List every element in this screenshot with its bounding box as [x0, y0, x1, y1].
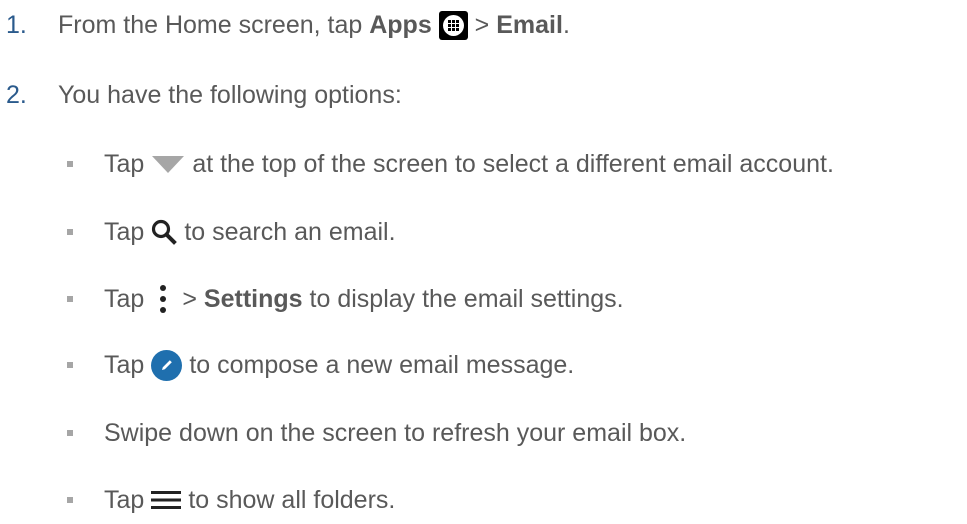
step-suffix: .	[562, 10, 570, 39]
email-label: Email	[496, 10, 563, 39]
tap-label: Tap	[104, 217, 145, 246]
step-text: You have the following options:	[58, 80, 402, 109]
step-separator: >	[467, 10, 497, 39]
bullet-marker	[67, 161, 73, 167]
option-text: Tap at the top of the screen to select a…	[104, 150, 834, 179]
step-number: 1.	[6, 10, 27, 39]
option-description: to show all folders.	[188, 485, 396, 514]
dropdown-triangle-icon	[151, 153, 185, 175]
tap-label: Tap	[104, 149, 145, 178]
option-description: to compose a new email message.	[189, 350, 575, 379]
bullet-marker	[67, 430, 73, 436]
step-text: From the Home screen, tap Apps > Email .	[58, 10, 570, 40]
tap-label: Tap	[104, 485, 145, 514]
step-text-prefix: From the Home screen, tap	[58, 10, 370, 39]
search-icon	[151, 219, 178, 245]
option-text: Tap to compose a new email message.	[104, 349, 575, 381]
more-vert-icon	[158, 284, 168, 314]
instructions-page: 1. From the Home screen, tap Apps > Emai…	[0, 0, 967, 524]
option-description: at the top of the screen to select a dif…	[192, 149, 834, 178]
option-text: Tap to search an email.	[104, 218, 396, 247]
bullet-marker	[67, 296, 73, 302]
option-description: to search an email.	[184, 217, 396, 246]
option-description: Swipe down on the screen to refresh your…	[104, 418, 687, 447]
menu-icon	[151, 490, 182, 510]
apps-icon	[438, 10, 468, 40]
bullet-marker	[67, 362, 73, 368]
option-description: to display the email settings.	[309, 284, 624, 313]
bullet-marker	[67, 229, 73, 235]
tap-label: Tap	[104, 284, 145, 313]
settings-label: Settings	[203, 284, 303, 313]
step-number: 2.	[6, 80, 27, 109]
tap-label: Tap	[104, 350, 145, 379]
bullet-marker	[67, 497, 73, 503]
apps-label: Apps	[369, 10, 432, 39]
option-separator: >	[182, 284, 197, 313]
compose-icon	[151, 349, 183, 381]
option-text: Tap to show all folders.	[104, 486, 395, 515]
option-text: Tap > Settings to display the email sett…	[104, 284, 624, 314]
